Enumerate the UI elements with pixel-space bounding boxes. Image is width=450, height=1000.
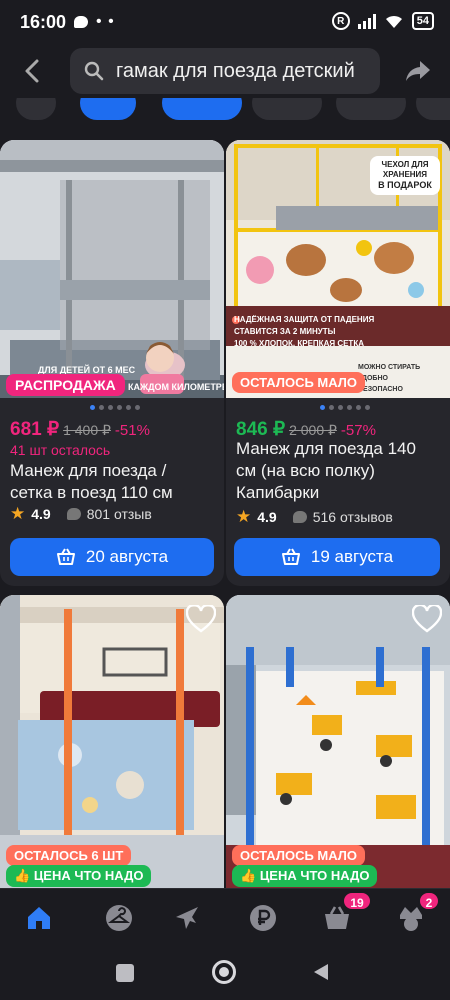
star-icon: ★	[236, 507, 252, 526]
reviews-count: 801 отзыв	[86, 506, 152, 522]
discount: -51%	[114, 422, 150, 439]
product-card[interactable]: ЧЕХОЛ ДЛЯ ХРАНЕНИЯ В ПОДАРОК НАДЁЖНАЯ ЗА…	[226, 140, 450, 586]
home-system-icon[interactable]	[212, 960, 236, 984]
product-image[interactable]: ОСТАЛОСЬ 6 ШТ 👍 ЦЕНА ЧТО НАДО	[0, 595, 224, 888]
image-pager	[320, 405, 370, 410]
filter-chip[interactable]	[16, 98, 56, 120]
low-stock-badge: ОСТАЛОСЬ МАЛО	[232, 372, 366, 393]
storage-case-text: ЧЕХОЛ ДЛЯ ХРАНЕНИЯ	[381, 160, 429, 179]
status-time: 16:00	[20, 11, 67, 32]
wifi-icon	[385, 15, 402, 28]
train-net-photo	[0, 140, 224, 398]
low-stock-badge: ОСТАЛОСЬ 6 ШТ	[6, 845, 132, 866]
feature-item: НАДЁЖНАЯ ЗАЩИТА ОТ ПАДЕНИЯ	[234, 315, 375, 324]
cart-icon	[56, 548, 75, 565]
thumbs-up-icon: 👍	[240, 868, 257, 883]
product-image[interactable]: ДЛЯ ДЕТЕЙ ОТ 6 МЕС РАСПРОДАЖА КАЖДОМ КИЛ…	[0, 140, 224, 398]
screen: { "status": {"time": "16:00", "dots": "•…	[0, 0, 450, 1000]
price-row: 681 ₽1 400 ₽ -51%	[10, 418, 150, 441]
product-card[interactable]: ДЛЯ ДЕТЕЙ ОТ 6 МЕС РАСПРОДАЖА КАЖДОМ КИЛ…	[0, 140, 224, 586]
signal-icon	[357, 13, 376, 29]
battery-icon: 54	[411, 12, 434, 30]
recent-apps-icon[interactable]	[116, 964, 134, 982]
image-pager	[90, 405, 140, 410]
filter-chip[interactable]	[416, 98, 450, 120]
sale-badge: РАСПРОДАЖА	[6, 374, 125, 396]
bottom-navigation: 19 2	[0, 888, 450, 946]
favorite-heart-icon[interactable]	[186, 605, 216, 633]
reviews-count: 516 отзывов	[312, 509, 393, 525]
travel-plane-icon[interactable]	[172, 903, 202, 933]
home-icon[interactable]	[24, 903, 54, 933]
product-image[interactable]: ЧЕХОЛ ДЛЯ ХРАНЕНИЯ В ПОДАРОК НАДЁЖНАЯ ЗА…	[226, 140, 450, 398]
add-to-cart-button[interactable]: 19 августа	[234, 538, 440, 576]
feature-list-2: МОЖНО СТИРАТЬ УДОБНО БЕЗОПАСНО	[358, 362, 420, 395]
current-price: 681 ₽	[10, 419, 60, 440]
feature-item: СТАВИТСЯ ЗА 2 МИНУТЫ	[234, 327, 336, 336]
search-field[interactable]: гамак для поезда детский	[70, 48, 380, 94]
cart-count-badge: 19	[342, 891, 372, 911]
feature-item: 100 % ХЛОПОК, КРЕПКАЯ СЕТКА	[234, 339, 364, 348]
share-icon[interactable]	[404, 58, 432, 84]
old-price: 1 400 ₽	[63, 422, 111, 438]
rating-row: ★ 4.9 801 отзыв	[10, 504, 152, 524]
delivery-date: 19 августа	[310, 547, 394, 566]
feature-item: БЕЗОПАСНО	[358, 386, 403, 393]
back-arrow-icon[interactable]	[20, 58, 46, 84]
filter-chip[interactable]	[80, 98, 136, 120]
thumbs-up-icon: 👍	[14, 868, 31, 883]
rating-value: 4.9	[31, 506, 51, 522]
search-header: гамак для поезда детский	[0, 46, 450, 98]
more-notifications-indicator: • •	[96, 13, 115, 30]
filter-chip[interactable]	[252, 98, 322, 120]
discount: -57%	[340, 422, 376, 439]
feature-item: УДОБНО	[358, 375, 388, 382]
product-title[interactable]: Манеж для поезда 140 см (на всю полку) К…	[236, 438, 446, 504]
chat-notification-icon	[74, 16, 89, 28]
back-system-icon[interactable]	[312, 962, 330, 982]
cart-icon	[281, 548, 300, 565]
good-price-badge: 👍 ЦЕНА ЧТО НАДО	[232, 865, 378, 887]
payments-ruble-icon[interactable]	[248, 903, 278, 933]
feature-item: МОЖНО СТИРАТЬ	[358, 364, 421, 371]
storage-case-badge: ЧЕХОЛ ДЛЯ ХРАНЕНИЯ В ПОДАРОК	[370, 156, 440, 195]
catalog-hanger-icon[interactable]	[104, 903, 134, 933]
delivery-date: 20 августа	[85, 547, 169, 566]
rating-row: ★ 4.9 516 отзывов	[236, 507, 393, 527]
search-query: гамак для поезда детский	[116, 59, 355, 82]
product-title-line: Капибарки	[236, 483, 320, 502]
profile-count-badge: 2	[418, 891, 440, 911]
filter-chip[interactable]	[162, 98, 242, 120]
product-card[interactable]: ОСТАЛОСЬ 6 ШТ 👍 ЦЕНА ЧТО НАДО	[0, 595, 224, 888]
reviews-icon	[292, 511, 307, 523]
favorite-heart-icon[interactable]	[412, 605, 442, 633]
good-price-badge: 👍 ЦЕНА ЧТО НАДО	[6, 865, 152, 887]
low-stock-badge: ОСТАЛОСЬ МАЛО	[232, 845, 366, 866]
rating-value: 4.9	[257, 509, 277, 525]
gift-text: В ПОДАРОК	[378, 180, 432, 190]
product-title-line: Манеж для поезда /	[10, 461, 167, 480]
star-icon: ★	[10, 504, 26, 523]
system-navigation	[0, 946, 450, 1000]
status-bar: 16:00 • • R 54	[0, 0, 450, 44]
feature-list: НАДЁЖНАЯ ЗАЩИТА ОТ ПАДЕНИЯ СТАВИТСЯ ЗА 2…	[234, 314, 374, 350]
stock-left: 41 шт осталось	[10, 442, 111, 458]
good-price-text: ЦЕНА ЧТО НАДО	[33, 868, 144, 883]
add-to-cart-button[interactable]: 20 августа	[10, 538, 214, 576]
product-title-line: Манеж для поезда 140	[236, 439, 416, 458]
image-caption: КАЖДОМ КИЛОМЕТРЕ	[128, 382, 224, 392]
good-price-text: ЦЕНА ЧТО НАДО	[259, 868, 370, 883]
current-price: 846 ₽	[236, 419, 286, 440]
old-price: 2 000 ₽	[289, 422, 337, 438]
product-title-line: сетка в поезд 110 см	[10, 483, 173, 502]
product-image[interactable]: ОСТАЛОСЬ МАЛО 👍 ЦЕНА ЧТО НАДО	[226, 595, 450, 888]
search-icon	[84, 61, 104, 81]
product-title[interactable]: Манеж для поезда / сетка в поезд 110 см	[10, 460, 220, 504]
reviews-icon	[66, 508, 81, 520]
registered-icon: R	[331, 12, 350, 30]
filter-chip[interactable]	[336, 98, 406, 120]
product-title-line: см (на всю полку)	[236, 461, 375, 480]
filter-chips	[0, 98, 450, 122]
product-card[interactable]: ОСТАЛОСЬ МАЛО 👍 ЦЕНА ЧТО НАДО	[226, 595, 450, 888]
